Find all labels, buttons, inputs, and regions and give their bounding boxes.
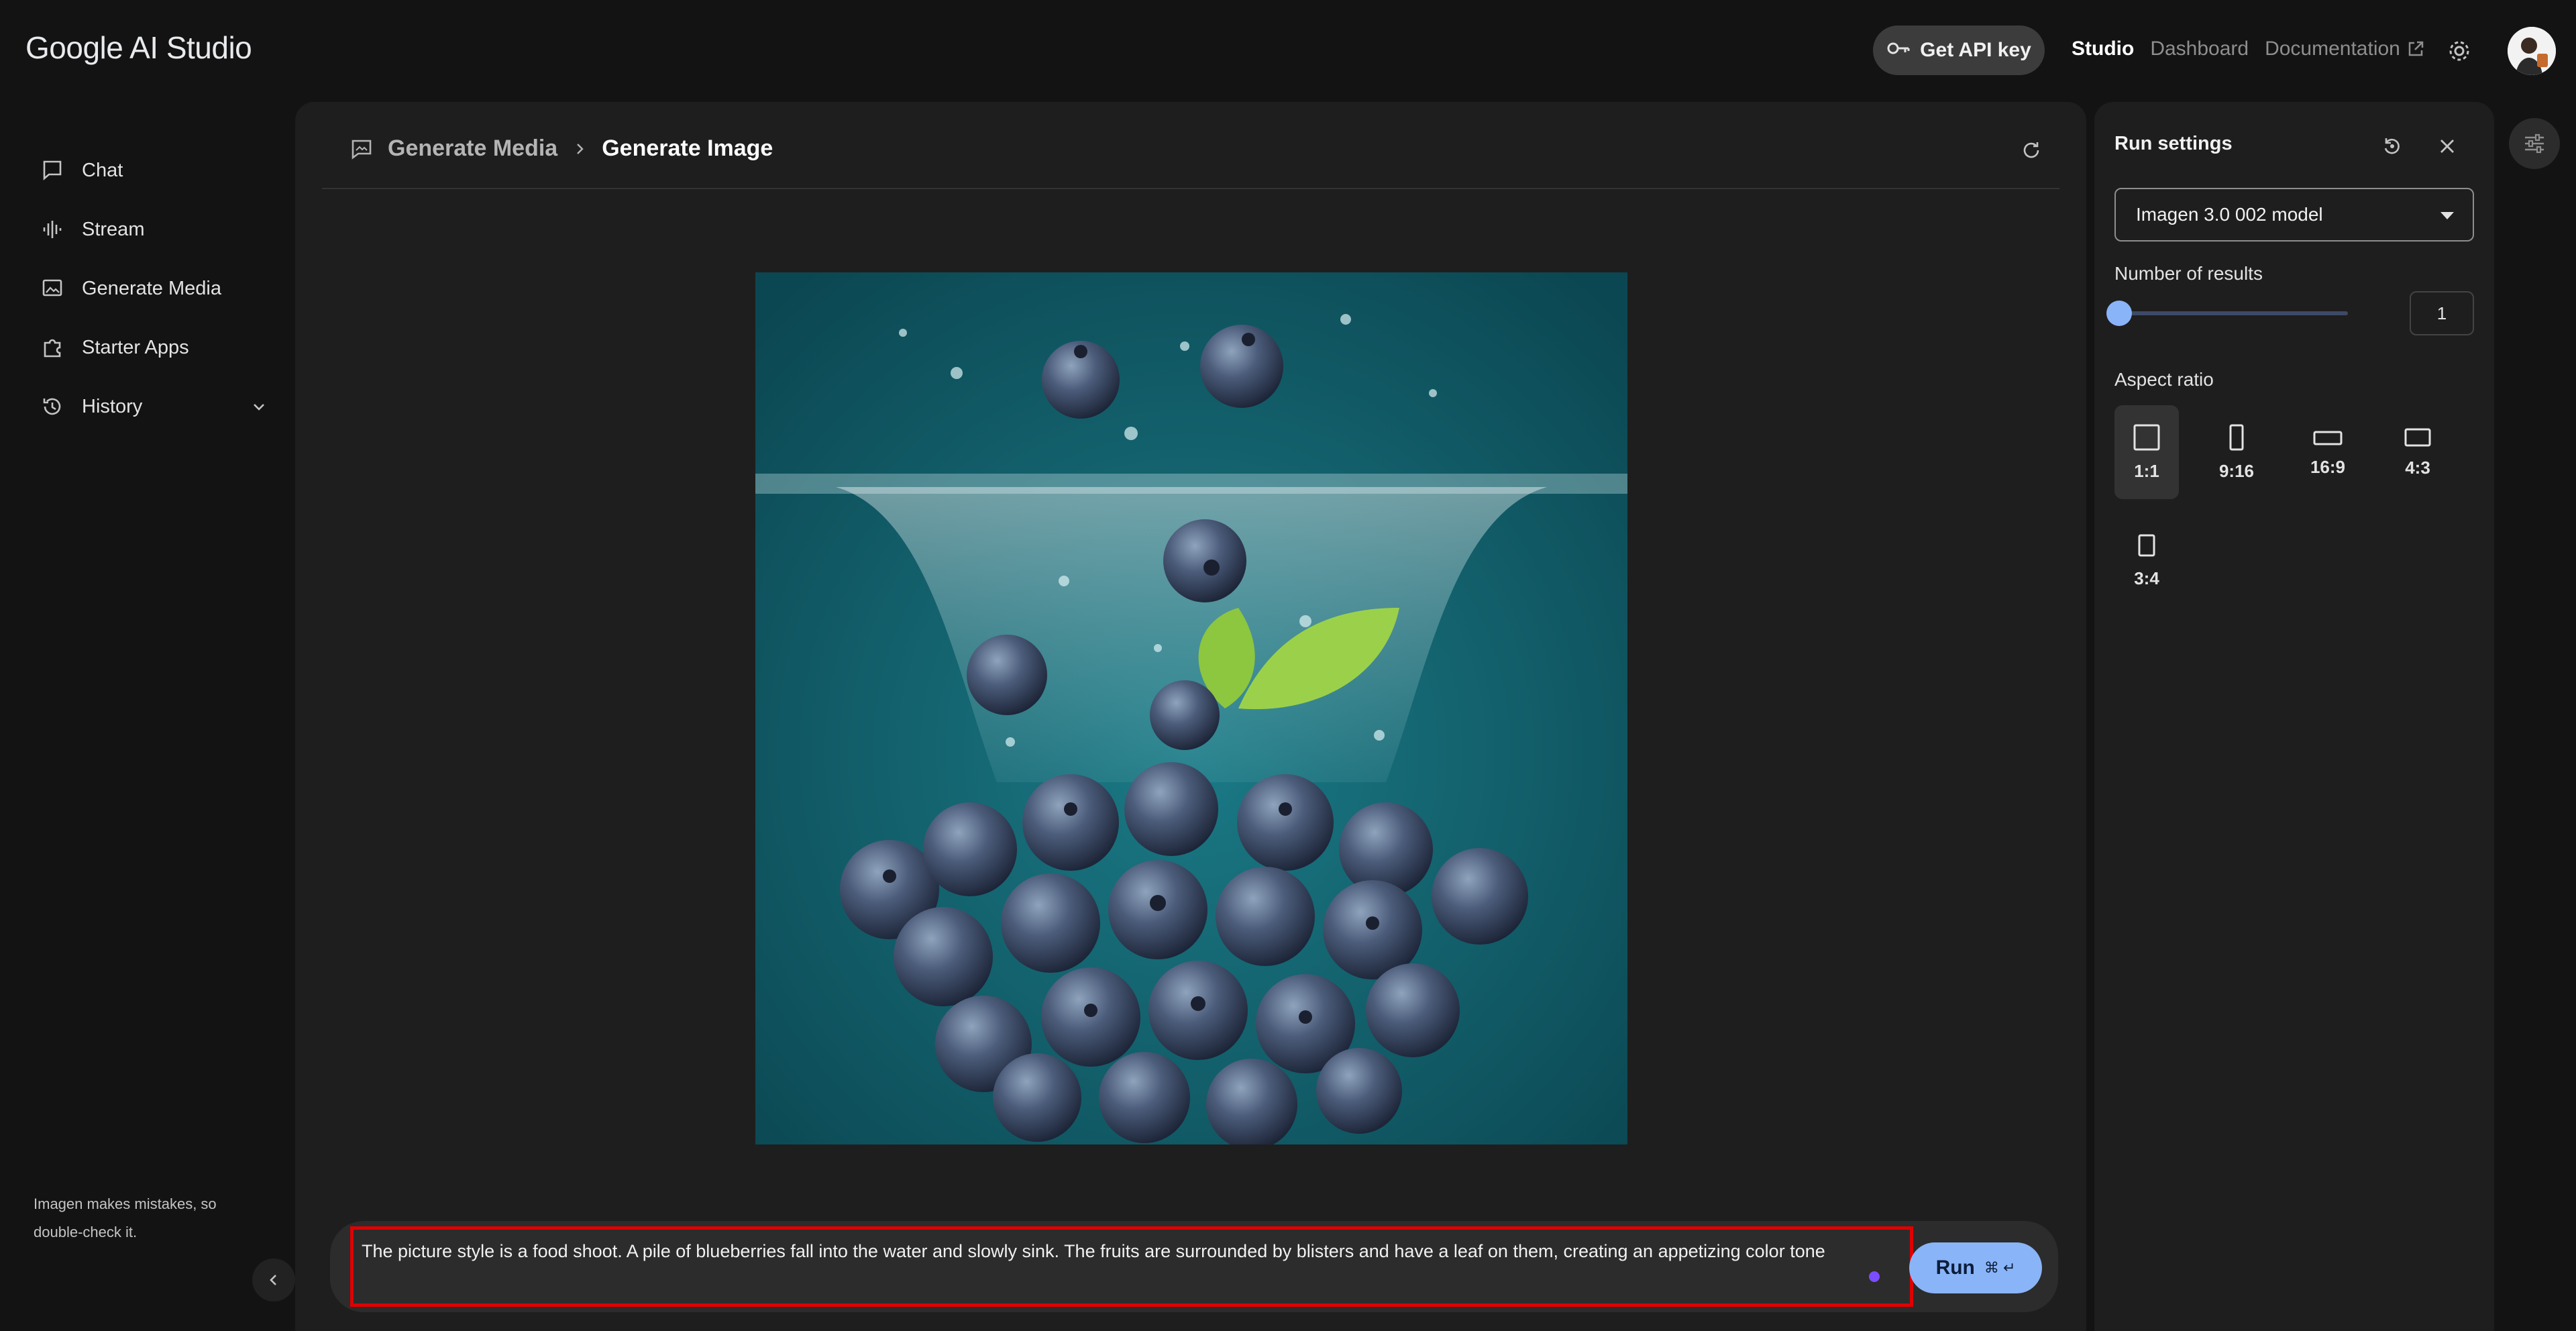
header-divider [322,188,2059,189]
aspect-ratio-label-text: 1:1 [2134,460,2159,481]
prompt-input[interactable]: The picture style is a food shoot. A pil… [350,1226,1913,1307]
sidebar-item-label: Stream [82,218,145,240]
sidebar-item-starter-apps[interactable]: Starter Apps [39,318,267,377]
chat-icon [39,157,66,184]
square-icon [2133,424,2160,450]
toggle-settings-button[interactable] [2509,118,2560,169]
portrait-icon [2138,534,2155,556]
tune-icon [2525,134,2544,154]
portrait-icon [2229,424,2244,450]
run-shortcut: ⌘ ↵ [1984,1259,2016,1276]
sidebar-item-chat[interactable]: Chat [39,141,267,200]
model-select-value: Imagen 3.0 002 model [2136,204,2323,225]
get-api-key-button[interactable]: Get API key [1873,25,2045,75]
close-settings-button[interactable] [2434,133,2461,160]
history-icon [39,393,66,420]
breadcrumb-current: Generate Image [602,136,773,161]
number-of-results-label: Number of results [2114,263,2263,284]
model-select[interactable]: Imagen 3.0 002 model [2114,188,2474,242]
chevron-right-icon [577,143,584,154]
sidebar-item-history[interactable]: History [39,377,267,436]
breadcrumb-parent[interactable]: Generate Media [388,136,557,162]
refresh-icon [2023,142,2039,158]
run-settings-panel: Run settings Imagen 3.0 002 model Number… [2094,102,2494,1331]
aspect-ratio-label-text: 3:4 [2134,568,2159,588]
settings-gear-button[interactable] [2445,36,2474,66]
aspect-ratio-label: Aspect ratio [2114,369,2214,390]
sidebar-item-label: Starter Apps [82,336,189,358]
run-button-label: Run [1935,1257,1975,1279]
landscape-icon [2404,428,2431,446]
disclaimer-text: Imagen makes mistakes, so double-check i… [34,1195,217,1240]
results-slider-thumb[interactable] [2106,301,2132,326]
close-icon [2440,140,2454,153]
prompt-status-dot [1869,1271,1880,1282]
key-icon [1886,39,1911,62]
aspect-ratio-3-4[interactable]: 3:4 [2114,514,2179,608]
nav-studio[interactable]: Studio [2072,38,2134,60]
puzzle-icon [39,334,66,361]
top-nav: Studio Dashboard Documentation [2072,38,2424,60]
chevron-left-icon [270,1275,276,1285]
image-icon [39,275,66,302]
run-button[interactable]: Run ⌘ ↵ [1909,1242,2042,1293]
stream-icon [39,216,66,243]
number-of-results-input[interactable]: 1 [2410,291,2474,335]
aspect-ratio-4-3[interactable]: 4:3 [2385,405,2450,499]
results-slider-track[interactable] [2117,311,2348,315]
main-panel: Generate Media Generate Image The pictur… [295,102,2086,1331]
nav-documentation[interactable]: Documentation [2265,38,2424,60]
breadcrumb: Generate Media Generate Image [350,136,773,162]
sidebar-item-generate-media[interactable]: Generate Media [39,259,267,318]
generated-image[interactable] [755,272,1627,1144]
chevron-down-icon[interactable] [251,398,267,415]
gear-icon [2449,41,2469,61]
aspect-ratio-label-text: 16:9 [2310,456,2346,477]
sidebar-item-label: Generate Media [82,277,221,299]
app-logo[interactable]: Google AI Studio [25,30,252,66]
aspect-ratio-label-text: 4:3 [2405,457,2430,478]
get-api-key-label: Get API key [1920,39,2031,61]
aspect-ratio-9-16[interactable]: 9:16 [2204,405,2269,499]
collapse-sidebar-button[interactable] [252,1259,295,1301]
sidebar-nav: Chat Stream Generate Media Starter Apps [39,141,267,436]
app-root: Google AI Studio Get API key Studio Dash… [0,0,2576,1331]
sidebar-item-label: Chat [82,159,123,181]
sidebar: Chat Stream Generate Media Starter Apps [0,101,295,1331]
sidebar-item-label: History [82,395,143,417]
reset-icon [2384,138,2400,154]
run-settings-title: Run settings [2114,133,2233,154]
top-bar: Google AI Studio Get API key Studio Dash… [0,0,2576,101]
aspect-ratio-label-text: 9:16 [2218,460,2255,481]
image-icon [352,140,372,160]
aspect-ratio-16-9[interactable]: 16:9 [2296,405,2360,499]
refresh-button[interactable] [2017,136,2046,165]
reset-settings-button[interactable] [2379,133,2406,160]
external-link-icon [2408,41,2424,56]
sidebar-item-stream[interactable]: Stream [39,200,267,259]
aspect-ratio-1-1[interactable]: 1:1 [2114,405,2179,499]
dropdown-caret-icon [2440,212,2454,219]
nav-documentation-label: Documentation [2265,38,2400,60]
avatar[interactable] [2508,27,2556,75]
nav-dashboard[interactable]: Dashboard [2150,38,2249,60]
landscape-icon [2313,431,2343,445]
